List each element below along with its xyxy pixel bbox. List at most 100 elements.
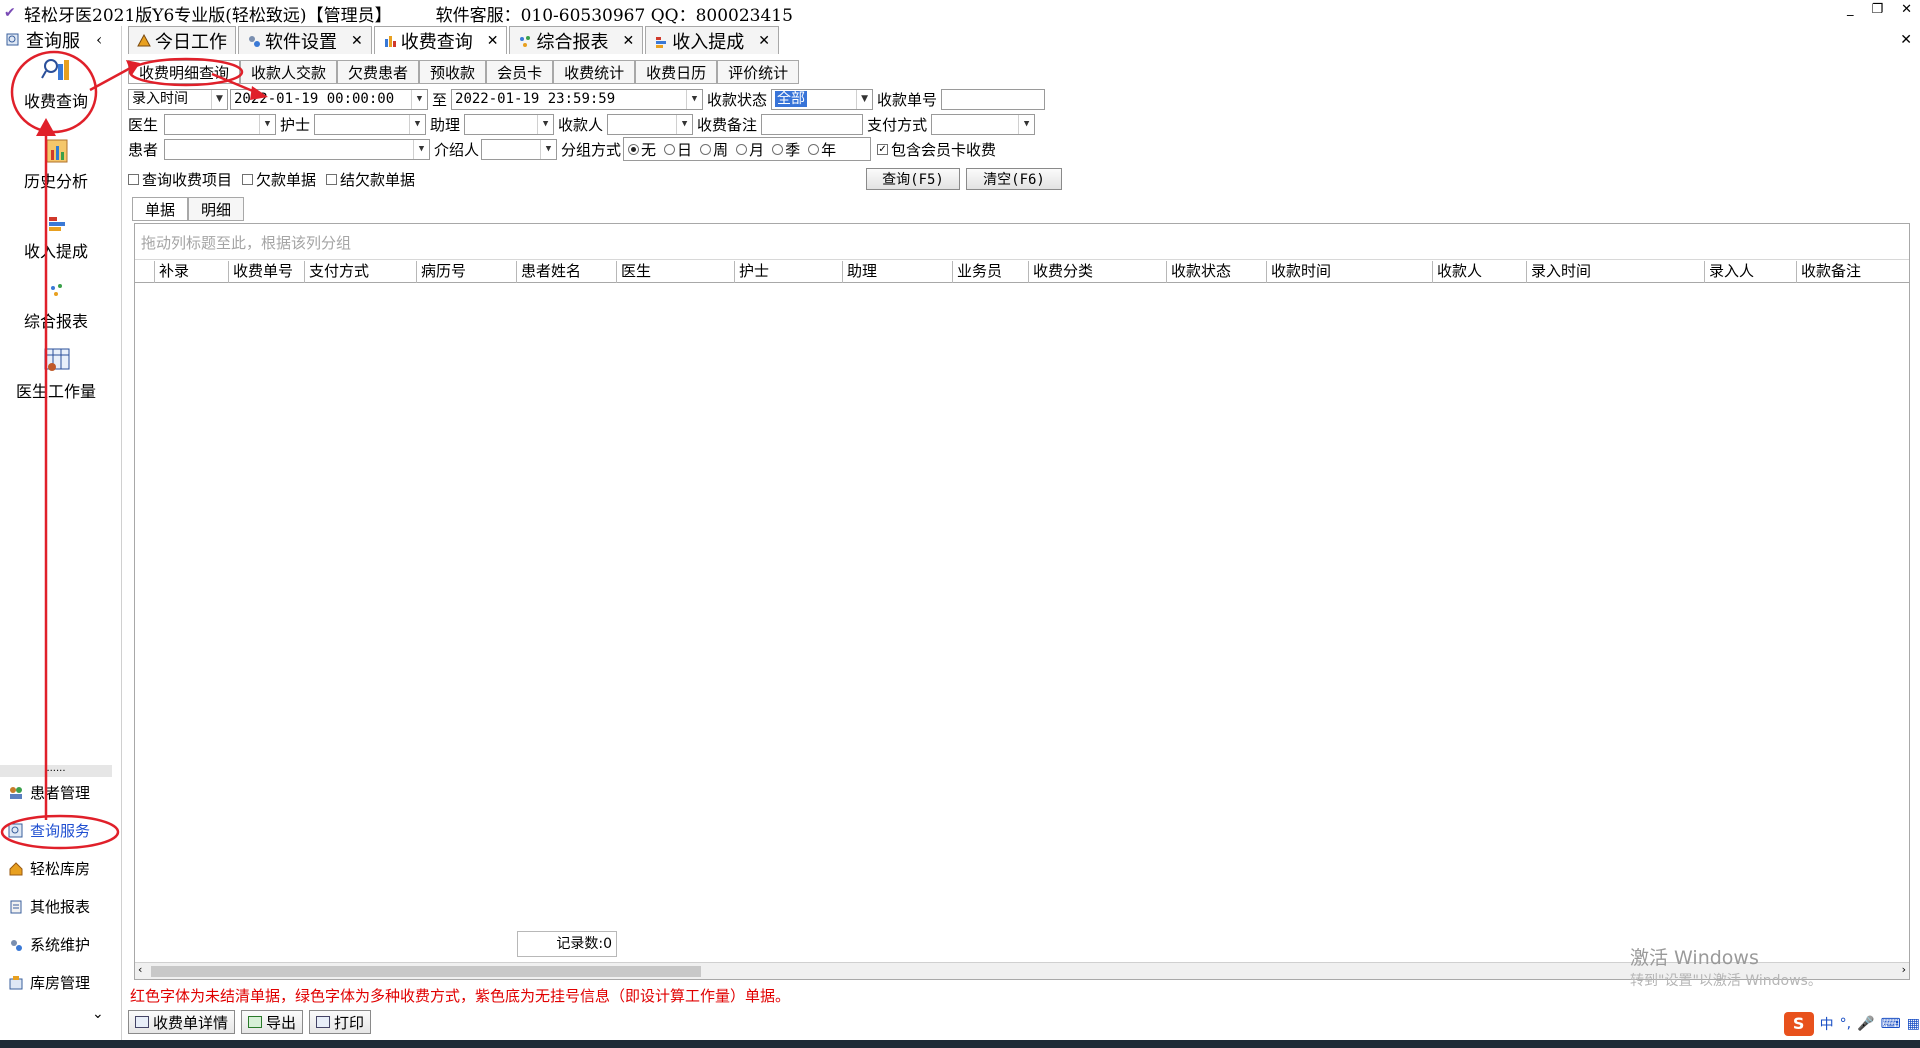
sidebar-item-income-commission[interactable]: 收入提成 xyxy=(0,206,112,262)
column-header[interactable]: 护士 xyxy=(735,261,843,283)
nav-other-reports[interactable]: 其他报表 xyxy=(8,896,90,917)
subtab-charge-calendar[interactable]: 收费日历 xyxy=(635,60,718,84)
restore-icon[interactable]: ❐ xyxy=(1871,2,1883,17)
tab-income-commission[interactable]: 收入提成 ✕ xyxy=(645,26,779,54)
column-header[interactable]: 支付方式 xyxy=(305,261,417,283)
group-option-year[interactable]: 年 xyxy=(808,139,836,160)
minimize-icon[interactable]: _ xyxy=(1847,2,1854,17)
column-header[interactable]: 录入时间 xyxy=(1527,261,1705,283)
tab-report[interactable]: 综合报表 ✕ xyxy=(509,26,644,54)
sidebar-item-history-analysis[interactable]: 历史分析 xyxy=(0,136,112,192)
collapse-chevron-icon[interactable]: ‹ xyxy=(96,30,102,49)
column-header[interactable]: 补录 xyxy=(155,261,229,283)
radio-label: 月 xyxy=(749,140,765,159)
close-icon[interactable]: ✕ xyxy=(487,33,499,49)
export-button[interactable]: 导出 xyxy=(241,1010,304,1034)
sidebar-item-report[interactable]: 综合报表 xyxy=(0,276,112,332)
sidebar-item-charge-query[interactable]: 收费查询 xyxy=(0,56,112,112)
nav-query-service[interactable]: 查询服务 xyxy=(8,820,90,841)
column-header[interactable]: 收款人 xyxy=(1433,261,1527,283)
microphone-icon[interactable]: 🎤 xyxy=(1857,1016,1874,1032)
print-button[interactable]: 打印 xyxy=(309,1010,372,1034)
button-label: 导出 xyxy=(266,1013,297,1032)
close-all-tabs-icon[interactable]: ✕ xyxy=(1900,32,1912,48)
settled-owed-checkbox[interactable]: 结欠款单据 xyxy=(326,169,415,190)
query-button[interactable]: 查询(F5) xyxy=(866,168,960,190)
nav-system-maintenance[interactable]: 系统维护 xyxy=(8,934,90,955)
column-header[interactable]: 业务员 xyxy=(953,261,1029,283)
filter-row-1: 录入时间 ▼ 2022-01-19 00:00:00 ▼ 至 2022-01-19 … xyxy=(128,88,1046,110)
receipt-detail-button[interactable]: 收费单详情 xyxy=(128,1010,236,1034)
column-header[interactable]: 医生 xyxy=(617,261,735,283)
checkbox-label: 查询收费项目 xyxy=(142,170,233,189)
sogou-ime-icon[interactable]: S xyxy=(1783,1012,1814,1036)
referrer-select[interactable]: ▼ xyxy=(481,138,558,160)
end-time-picker[interactable]: 2022-01-19 23:59:59 ▼ xyxy=(451,88,704,110)
chevron-down-icon: ▼ xyxy=(411,89,427,109)
nav-patients[interactable]: 患者管理 xyxy=(8,782,90,803)
payee-label: 收款人 xyxy=(558,115,604,134)
group-option-quarter[interactable]: 季 xyxy=(772,139,800,160)
clear-button[interactable]: 清空(F6) xyxy=(966,168,1062,190)
column-header[interactable]: 病历号 xyxy=(417,261,517,283)
tab-today-work[interactable]: 今日工作 xyxy=(128,26,236,54)
time-type-select[interactable]: 录入时间 ▼ xyxy=(128,88,228,110)
subtab-owed-patients[interactable]: 欠费患者 xyxy=(337,60,420,84)
close-icon[interactable]: ✕ xyxy=(622,33,634,49)
doctor-select[interactable]: ▼ xyxy=(164,113,276,135)
punctuation-icon[interactable]: °, xyxy=(1840,1016,1851,1032)
subtab-prepayment[interactable]: 预收款 xyxy=(419,60,487,84)
close-icon[interactable]: ✕ xyxy=(1901,2,1912,17)
nav-warehouse[interactable]: 轻松库房 xyxy=(8,858,90,879)
ime-mode[interactable]: 中 xyxy=(1820,1014,1834,1034)
group-option-week[interactable]: 周 xyxy=(700,139,728,160)
query-items-checkbox[interactable]: 查询收费项目 xyxy=(128,169,232,190)
subtab-charge-detail[interactable]: 收费明细查询 xyxy=(128,60,241,84)
checkbox-icon xyxy=(326,173,338,185)
column-header[interactable]: 收款时间 xyxy=(1267,261,1433,283)
receipt-no-input[interactable] xyxy=(941,88,1046,110)
assistant-select[interactable]: ▼ xyxy=(464,113,555,135)
sidebar-item-doctor-workload[interactable]: 医生工作量 xyxy=(0,346,112,402)
status-select[interactable]: 全部 ▼ xyxy=(771,88,874,110)
tab-details[interactable]: 明细 xyxy=(188,197,245,221)
column-header[interactable]: 收款状态 xyxy=(1167,261,1267,283)
column-header[interactable]: 患者姓名 xyxy=(517,261,617,283)
pay-method-select[interactable]: ▼ xyxy=(931,113,1036,135)
group-option-none[interactable]: 无 xyxy=(628,139,656,160)
sidebar-splitter[interactable]: ...... xyxy=(0,764,112,777)
nav-warehouse-manage[interactable]: 库房管理 xyxy=(8,972,90,993)
sidebar-header: 查询服 ‹ xyxy=(0,26,121,54)
scroll-right-icon[interactable]: › xyxy=(1902,963,1906,976)
keyboard-icon[interactable]: ⌨ xyxy=(1881,1016,1901,1032)
group-option-month[interactable]: 月 xyxy=(736,139,764,160)
group-option-day[interactable]: 日 xyxy=(664,139,692,160)
subtab-evaluation-stats[interactable]: 评价统计 xyxy=(717,60,800,84)
include-member-checkbox[interactable]: ✓ 包含会员卡收费 xyxy=(877,139,996,160)
column-header[interactable]: 收费分类 xyxy=(1029,261,1167,283)
close-icon[interactable]: ✕ xyxy=(758,33,770,49)
tab-software-settings[interactable]: 软件设置 ✕ xyxy=(238,26,372,54)
activation-watermark-title: 激活 Windows xyxy=(1630,947,1759,969)
scroll-left-icon[interactable]: ‹ xyxy=(138,963,142,976)
subtab-member-card[interactable]: 会员卡 xyxy=(486,60,554,84)
tab-charge-query[interactable]: 收费查询 ✕ xyxy=(373,26,508,54)
scrollbar-thumb[interactable] xyxy=(151,966,701,977)
start-time-picker[interactable]: 2022-01-19 00:00:00 ▼ xyxy=(230,88,428,110)
payee-select[interactable]: ▼ xyxy=(607,113,694,135)
column-header[interactable]: 助理 xyxy=(843,261,953,283)
column-header[interactable]: 收款备注 xyxy=(1797,261,1909,283)
column-header[interactable]: 收费单号 xyxy=(229,261,305,283)
nurse-select[interactable]: ▼ xyxy=(314,113,427,135)
group-by-panel[interactable]: 拖动列标题至此，根据该列分组 xyxy=(135,224,1909,260)
column-header[interactable]: 录入人 xyxy=(1705,261,1797,283)
subtab-payee-handover[interactable]: 收款人交款 xyxy=(240,60,338,84)
tab-documents[interactable]: 单据 xyxy=(132,197,189,221)
toolbox-icon[interactable]: ▦ xyxy=(1907,1016,1920,1032)
patient-select[interactable]: ▼ xyxy=(164,138,430,160)
subtab-charge-stats[interactable]: 收费统计 xyxy=(553,60,636,84)
remark-input[interactable] xyxy=(761,113,864,135)
owed-checkbox[interactable]: 欠款单据 xyxy=(242,169,316,190)
chevron-down-icon[interactable]: ⌄ xyxy=(92,1006,104,1022)
close-icon[interactable]: ✕ xyxy=(351,33,363,49)
